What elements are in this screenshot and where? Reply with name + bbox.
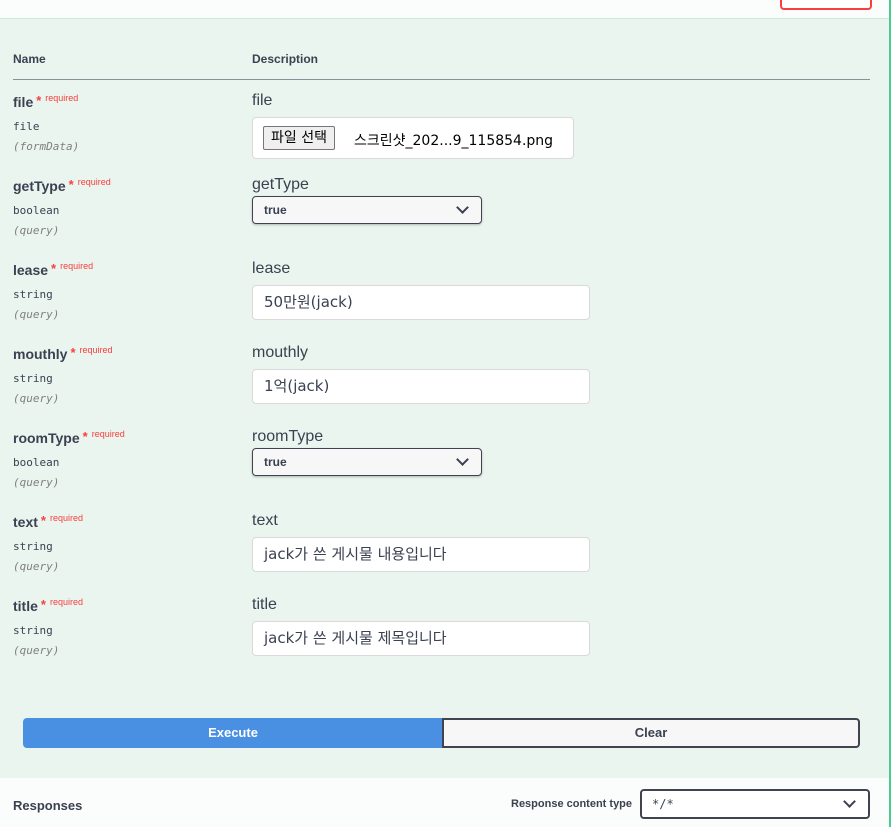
param-desc-gettype: getType — [252, 176, 309, 193]
param-type-text: string — [13, 540, 53, 553]
param-in-roomtype: (query) — [13, 476, 60, 489]
response-content-type-select[interactable]: */* — [640, 789, 870, 819]
param-name-file: file * required — [13, 93, 79, 110]
response-content-type-value: */* — [652, 797, 674, 811]
required-label: required — [60, 261, 94, 271]
required-star: * — [70, 345, 76, 360]
required-star: * — [51, 261, 57, 276]
param-name-roomtype: roomType * required — [13, 429, 125, 446]
required-label: required — [45, 93, 79, 103]
column-header-description: Description — [252, 52, 319, 66]
param-desc-mouthly: mouthly — [252, 344, 309, 361]
responses-header: Responses Response content type */* — [0, 778, 889, 827]
param-desc-file: file — [252, 92, 273, 109]
required-label: required — [77, 177, 111, 187]
param-in-lease: (query) — [13, 308, 60, 321]
param-name-lease: lease * required — [13, 261, 94, 278]
param-type-file: file — [13, 120, 40, 133]
responses-title: Responses — [13, 798, 83, 813]
param-in-gettype: (query) — [13, 224, 60, 237]
param-name-mouthly: mouthly * required — [13, 345, 113, 362]
param-in-mouthly: (query) — [13, 392, 60, 405]
required-star: * — [40, 513, 46, 528]
required-star: * — [82, 429, 88, 444]
param-name-gettype: getType * required — [13, 177, 111, 194]
param-type-roomtype: boolean — [13, 456, 60, 469]
execute-button[interactable]: Execute — [23, 718, 443, 748]
chevron-down-icon — [843, 795, 856, 808]
required-star: * — [36, 93, 42, 108]
chevron-down-icon — [456, 201, 469, 214]
param-type-gettype: boolean — [13, 204, 60, 217]
param-type-mouthly: string — [13, 372, 53, 385]
param-desc-text: text — [252, 512, 278, 529]
clear-button[interactable]: Clear — [442, 718, 860, 748]
text-input[interactable]: jack가 쓴 게시물 내용입니다 — [252, 537, 590, 572]
chevron-down-icon — [456, 453, 469, 466]
file-name: 스크린샷_202...9_115854.png — [354, 133, 554, 149]
required-star: * — [40, 597, 46, 612]
roomtype-select[interactable]: true — [252, 448, 482, 476]
header-divider — [13, 79, 870, 80]
cancel-button-partial[interactable] — [780, 0, 872, 10]
response-content-type-label: Response content type — [511, 798, 633, 810]
required-label: required — [49, 597, 83, 607]
file-input[interactable]: 파일 선택 스크린샷_202...9_115854.png — [252, 117, 574, 159]
gettype-select-value: true — [264, 203, 287, 217]
required-star: * — [68, 177, 74, 192]
roomtype-select-value: true — [264, 455, 287, 469]
lease-input[interactable]: 50만원(jack) — [252, 285, 590, 320]
mouthly-input[interactable]: 1억(jack) — [252, 369, 590, 404]
param-type-title: string — [13, 624, 53, 637]
gettype-select[interactable]: true — [252, 196, 482, 224]
param-desc-lease: lease — [252, 260, 291, 277]
param-in-file: (formData) — [13, 140, 80, 153]
param-desc-title: title — [252, 596, 277, 613]
param-in-text: (query) — [13, 560, 60, 573]
column-header-name: Name — [13, 52, 46, 66]
required-label: required — [79, 345, 113, 355]
param-desc-roomtype: roomType — [252, 428, 324, 445]
required-label: required — [91, 429, 125, 439]
title-input[interactable]: jack가 쓴 게시물 제목입니다 — [252, 621, 590, 656]
choose-file-button[interactable]: 파일 선택 — [263, 126, 335, 150]
param-in-title: (query) — [13, 644, 60, 657]
top-bar — [0, 0, 889, 19]
param-name-title: title * required — [13, 597, 83, 614]
required-label: required — [49, 513, 83, 523]
param-type-lease: string — [13, 288, 53, 301]
param-name-text: text * required — [13, 513, 83, 530]
